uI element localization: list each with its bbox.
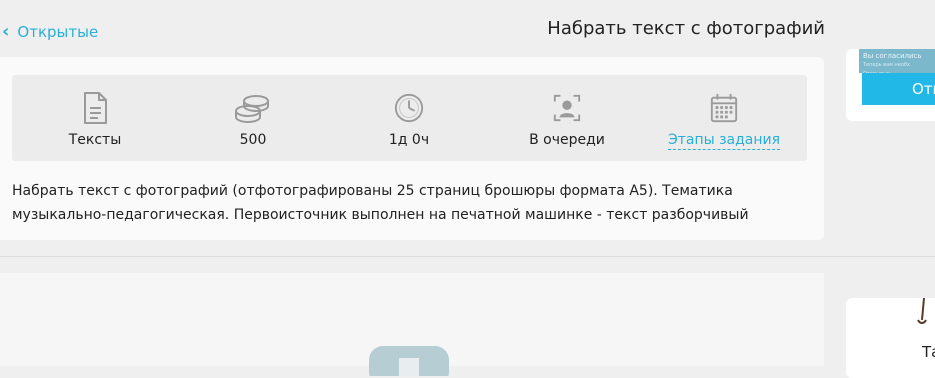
back-link-label: Открытые (17, 23, 99, 41)
page-title: Набрать текст с фотографий (547, 18, 825, 39)
agreement-notice: Вы согласились Теперь вам необх Открытых (859, 49, 935, 77)
section-divider (0, 256, 935, 257)
info-item-price: 500 (183, 75, 323, 161)
clock-icon (394, 93, 424, 123)
info-item-stages[interactable]: Этапы задания (654, 75, 794, 161)
side-action-button[interactable]: Отк (862, 73, 935, 105)
coins-icon (235, 95, 269, 124)
chevron-left-icon: ‹ (2, 21, 10, 42)
pole-icon (917, 298, 927, 324)
info-item-status: В очереди (497, 75, 637, 161)
back-link[interactable]: ‹ Открытые (2, 21, 98, 43)
person-scan-icon (553, 94, 581, 122)
side-offer-card: Вы согласились Теперь вам необх Открытых… (846, 49, 935, 121)
agreement-notice-line2: Теперь вам необх (863, 62, 911, 68)
task-card: Тексты 500 1д 0ч В очереди Этапы задания… (0, 57, 824, 240)
stages-link[interactable]: Этапы задания (654, 132, 794, 150)
info-type-label: Тексты (68, 132, 122, 148)
illustration-icon (369, 346, 449, 376)
document-icon (84, 92, 107, 124)
info-price-label: 500 (239, 132, 267, 148)
info-item-deadline: 1д 0ч (339, 75, 479, 161)
task-description: Набрать текст с фотографий (отфотографир… (12, 183, 749, 223)
side-card-secondary: Та (846, 298, 935, 378)
info-deadline-label: 1д 0ч (388, 132, 430, 148)
info-status-label: В очереди (529, 132, 605, 148)
task-info-bar: Тексты 500 1д 0ч В очереди Этапы задания (12, 75, 807, 161)
stages-link-label[interactable]: Этапы задания (667, 132, 781, 150)
side-card-label: Та (922, 343, 935, 361)
calendar-icon (710, 93, 738, 123)
info-item-type: Тексты (25, 75, 165, 161)
agreement-notice-text: Вы согласились (863, 52, 922, 60)
